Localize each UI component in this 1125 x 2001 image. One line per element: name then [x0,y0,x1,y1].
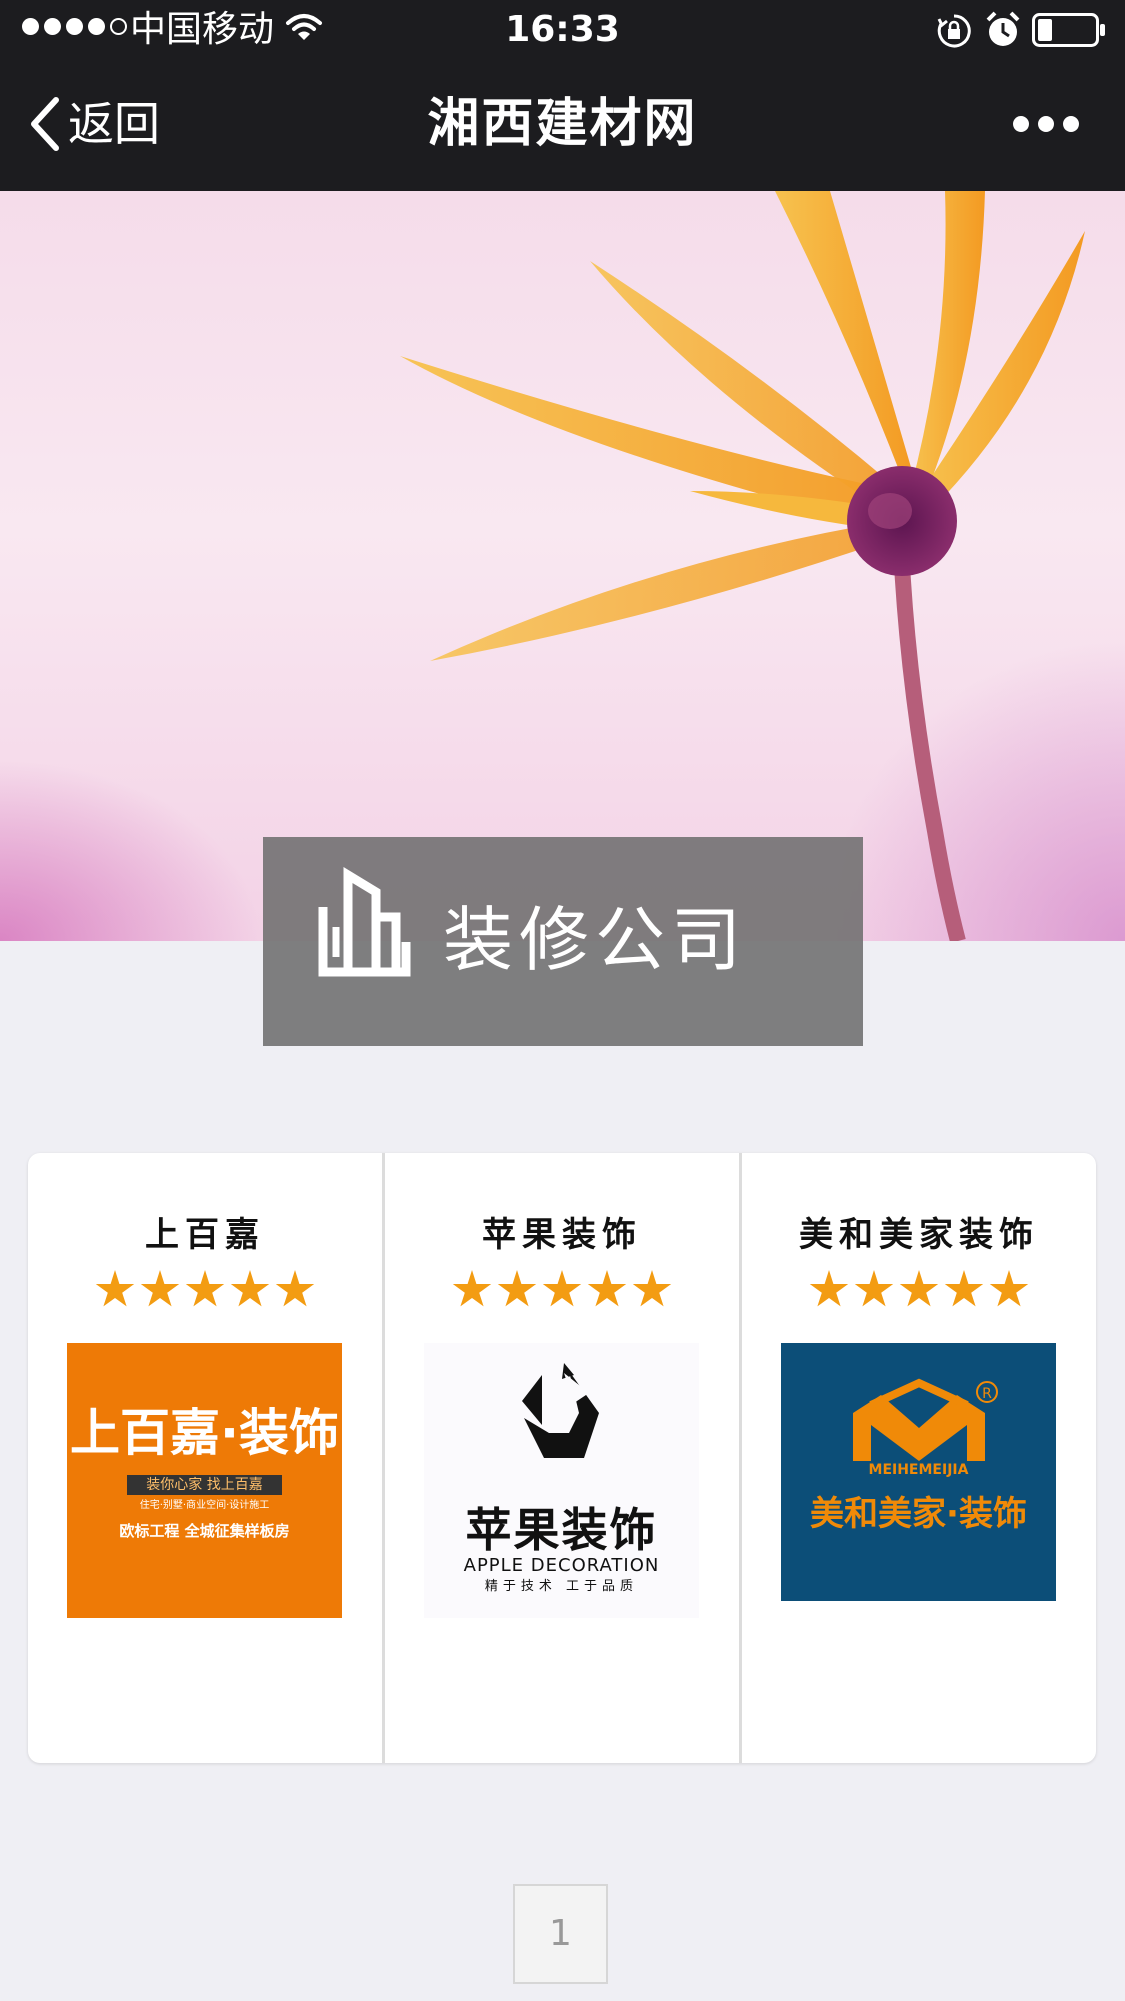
more-dots-icon [1013,116,1029,132]
logo-tagline: 装你心家 找上百嘉 [127,1475,282,1495]
company-card[interactable]: 苹果装饰 苹果装饰 APPLE DECORATION 精于技术 工于品质 [385,1153,742,1763]
building-icon [318,867,411,977]
company-name: 上百嘉 [145,1215,265,1255]
star-icon [497,1270,537,1307]
company-logo[interactable]: 苹果装饰 APPLE DECORATION 精于技术 工于品质 [424,1343,699,1618]
more-options-button[interactable] [1007,110,1085,138]
logo-bottom-text: 欧标工程 全城征集样板房 [119,1522,290,1540]
star-icon [275,1270,315,1307]
star-icon [452,1270,492,1307]
page-title: 湘西建材网 [427,94,698,154]
flower-image [400,191,1085,941]
company-logo[interactable]: 上百嘉·装饰 装你心家 找上百嘉 住宅·别墅·商业空间·设计施工 欧标工程 全城… [67,1343,342,1618]
star-icon [899,1270,939,1307]
star-icon [989,1270,1029,1307]
star-icon [854,1270,894,1307]
navigation-bar: 返回 湘西建材网 [0,60,1125,191]
logo-slogan: 精于技术 工于品质 [484,1579,639,1594]
logo-main-text: 苹果装饰 [465,1503,658,1557]
star-rating [742,1270,1096,1310]
banner-carousel[interactable] [0,191,1125,941]
star-icon [542,1270,582,1307]
star-icon [140,1270,180,1307]
star-icon [95,1270,135,1307]
category-button[interactable]: 装修公司 [263,837,863,1046]
logo-english-text: APPLE DECORATION [463,1555,660,1576]
status-bar: 中国移动 16:33 [0,0,1125,60]
star-icon [632,1270,672,1307]
rotation-lock-icon [937,14,971,48]
star-icon [944,1270,984,1307]
apple-house-logo-icon [522,1363,599,1458]
company-card[interactable]: 美和美家装饰 R MEIHEMEIJIA 美和美家·装饰 [742,1153,1096,1763]
star-icon [230,1270,270,1307]
star-rating [28,1270,382,1310]
company-name: 苹果装饰 [482,1215,642,1255]
page-number-button[interactable]: 1 [513,1884,608,1984]
logo-main-text: 上百嘉·装饰 [70,1404,339,1462]
logo-subline: 住宅·别墅·商业空间·设计施工 [139,1500,270,1511]
company-list: 上百嘉 上百嘉·装饰 装你心家 找上百嘉 住宅·别墅·商业空间·设计施工 欧标工… [28,1153,1096,1763]
company-name: 美和美家装饰 [799,1215,1039,1255]
m-house-logo-icon [853,1378,985,1461]
company-logo[interactable]: R MEIHEMEIJIA 美和美家·装饰 [781,1343,1056,1601]
logo-main-text: 美和美家·装饰 [810,1494,1027,1534]
star-icon [185,1270,225,1307]
registered-mark: R [976,1381,998,1403]
star-icon [587,1270,627,1307]
category-label: 装修公司 [443,899,747,981]
star-icon [809,1270,849,1307]
logo-english-text: MEIHEMEIJIA [868,1462,969,1478]
alarm-icon [986,11,1020,46]
company-card[interactable]: 上百嘉 上百嘉·装饰 装你心家 找上百嘉 住宅·别墅·商业空间·设计施工 欧标工… [28,1153,385,1763]
battery-icon [1032,13,1105,47]
star-rating [385,1270,739,1310]
